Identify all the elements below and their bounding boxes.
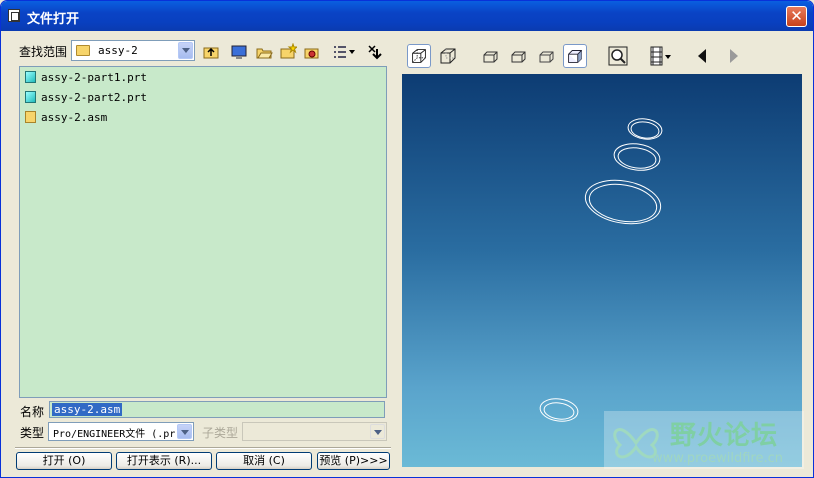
no-hidden-view-icon[interactable]	[479, 44, 503, 68]
part-file-icon	[25, 71, 36, 83]
window-title: 文件打开	[27, 12, 80, 27]
cancel-button[interactable]: 取消 (C)	[216, 452, 312, 470]
previous-icon[interactable]	[691, 44, 715, 68]
name-value: assy-2.asm	[52, 403, 123, 416]
shaded-edges-view-icon[interactable]	[507, 44, 531, 68]
close-button[interactable]: ✕	[786, 6, 807, 27]
open-folder-icon[interactable]	[255, 43, 273, 61]
watermark-url: www.proewildfire.cn	[652, 451, 783, 466]
part-file-icon	[25, 91, 36, 103]
model-preview[interactable]	[402, 74, 802, 467]
outline-view-icon[interactable]	[535, 44, 559, 68]
chevron-down-icon[interactable]	[178, 42, 193, 59]
next-icon	[730, 49, 738, 63]
title-bar[interactable]: 文件打开 ✕	[1, 1, 813, 31]
working-dir-icon[interactable]	[303, 43, 321, 61]
hidden-line-view-icon[interactable]	[436, 44, 460, 68]
open-rep-button[interactable]: 打开表示 (R)...	[116, 452, 212, 470]
filmstrip-icon[interactable]	[647, 44, 675, 68]
type-value: Pro/ENGINEER文件 (.pr	[53, 429, 175, 440]
wireframe-view-icon[interactable]	[407, 44, 431, 68]
open-button[interactable]: 打开 (O)	[16, 452, 112, 470]
chevron-down-icon	[370, 424, 385, 439]
view-menu-icon[interactable]	[332, 43, 356, 61]
zoom-fit-icon[interactable]	[606, 44, 630, 68]
model-geometry	[539, 118, 663, 422]
watermark-title: 野火论坛	[670, 421, 779, 451]
name-input[interactable]: assy-2.asm	[49, 401, 385, 418]
chevron-down-icon[interactable]	[177, 424, 192, 439]
folder-icon	[76, 45, 90, 56]
subtype-select	[242, 422, 387, 441]
lookin-select[interactable]: assy-2	[71, 40, 195, 61]
separator	[15, 447, 391, 449]
lookin-value: assy-2	[98, 44, 138, 57]
file-open-dialog: 文件打开 ✕ 查找范围 assy-2 assy-2-part1.prt assy…	[0, 0, 814, 478]
tools-icon[interactable]	[366, 43, 384, 61]
file-list[interactable]: assy-2-part1.prt assy-2-part2.prt assy-2…	[19, 66, 387, 398]
type-select[interactable]: Pro/ENGINEER文件 (.pr	[48, 422, 194, 441]
subtype-label: 子类型	[202, 426, 239, 440]
file-item[interactable]: assy-2-part1.prt	[25, 70, 147, 86]
shaded-view-icon[interactable]	[563, 44, 587, 68]
file-item[interactable]: assy-2-part2.prt	[25, 90, 147, 106]
desktop-icon[interactable]	[230, 43, 248, 61]
lookin-label: 查找范围	[19, 45, 68, 59]
file-item[interactable]: assy-2.asm	[25, 110, 107, 126]
assembly-file-icon	[25, 111, 36, 123]
type-label: 类型	[20, 426, 45, 440]
preview-button[interactable]: 预览 (P)>>>	[317, 452, 390, 470]
watermark: 野火论坛 www.proewildfire.cn	[604, 411, 804, 469]
new-folder-icon[interactable]	[279, 43, 297, 61]
up-folder-icon[interactable]	[202, 43, 220, 61]
name-label: 名称	[20, 405, 45, 419]
window-icon	[8, 9, 20, 22]
